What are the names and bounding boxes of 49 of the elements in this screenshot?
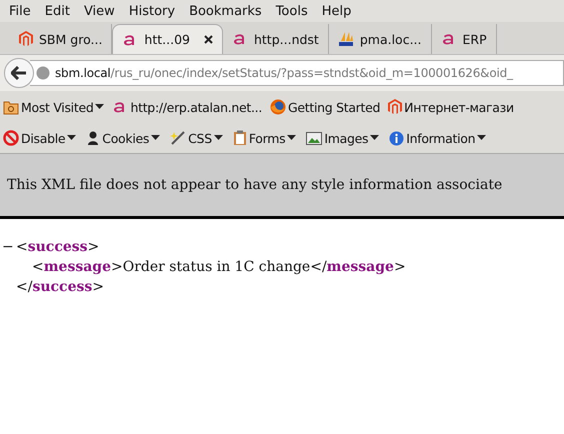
xml-line: </success> bbox=[16, 278, 104, 297]
browser-tab[interactable]: http...ndst bbox=[222, 24, 329, 54]
clipboard-icon bbox=[232, 130, 247, 146]
menu-item[interactable]: Edit bbox=[38, 4, 77, 18]
toolbar-menu-button[interactable]: Information bbox=[389, 130, 486, 146]
notice-text: This XML file does not appear to have any style information associate bbox=[7, 177, 502, 193]
globe-icon bbox=[36, 66, 50, 80]
dropdown-caret-icon bbox=[67, 135, 76, 141]
dropdown-caret-icon bbox=[151, 135, 160, 141]
dropdown-caret-icon bbox=[370, 135, 380, 141]
hexagon-logo-icon bbox=[19, 31, 33, 47]
dropdown-caret-icon bbox=[287, 135, 296, 141]
dropdown-caret-icon bbox=[95, 104, 104, 110]
info-icon bbox=[389, 130, 404, 146]
dropdown-caret-icon bbox=[477, 135, 486, 141]
toolbar-menu-button[interactable]: Images bbox=[306, 130, 380, 146]
bookmark[interactable]: Getting Started bbox=[270, 99, 380, 115]
back-button[interactable] bbox=[4, 58, 34, 88]
bookmark[interactable]: Most Visited bbox=[3, 100, 104, 114]
xml-line: <message>Order status in 1C change</message> bbox=[32, 258, 406, 277]
bookmark[interactable]: Интернет-магази bbox=[388, 99, 514, 115]
close-icon[interactable] bbox=[204, 35, 213, 44]
person-stamp-icon bbox=[86, 130, 100, 146]
hexagon-logo-icon bbox=[388, 99, 402, 115]
image-icon bbox=[306, 132, 322, 144]
globe-fox-icon bbox=[270, 99, 286, 115]
toolbar-menu-button[interactable]: Disable bbox=[3, 130, 76, 146]
toolbar-menu-button[interactable]: Forms bbox=[232, 130, 296, 146]
bookmark[interactable]: http://erp.atalan.net... bbox=[112, 100, 262, 114]
address-field[interactable]: sbm.local/rus_ru/onec/index/setStatus/?pass=stndst&oid_m=100001626&oid_ bbox=[30, 60, 564, 86]
menu-item[interactable]: Bookmarks bbox=[182, 4, 269, 18]
no-entry-icon bbox=[3, 130, 19, 146]
menu-item[interactable]: File bbox=[2, 4, 38, 18]
sail-logo-icon bbox=[338, 31, 354, 47]
dropdown-caret-icon bbox=[214, 135, 223, 141]
browser-tab[interactable]: pma.loc... bbox=[328, 24, 432, 54]
menu-item[interactable]: View bbox=[76, 4, 122, 18]
menu-item[interactable]: Tools bbox=[268, 4, 315, 18]
xml-line: <success> bbox=[16, 238, 100, 257]
menu-item[interactable]: Help bbox=[314, 4, 358, 18]
folder-icon bbox=[3, 100, 19, 114]
browser-tab[interactable]: htt...09 bbox=[112, 24, 223, 54]
toolbar-menu-button[interactable]: CSS bbox=[170, 130, 223, 146]
menu-item[interactable]: History bbox=[122, 4, 182, 18]
browser-tab[interactable]: ERP bbox=[432, 24, 497, 54]
magic-wand-icon bbox=[170, 130, 186, 146]
back-arrow-icon bbox=[11, 66, 27, 80]
toolbar-menu-button[interactable]: Cookies bbox=[86, 130, 160, 146]
collapse-toggle[interactable]: − bbox=[2, 237, 16, 257]
